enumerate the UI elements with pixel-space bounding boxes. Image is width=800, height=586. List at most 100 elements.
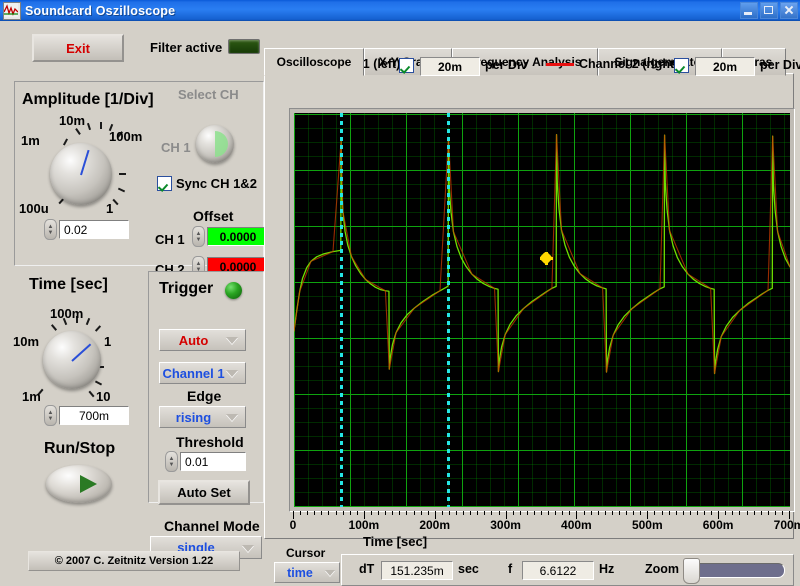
trigger-threshold-value[interactable]: 0.01 — [180, 452, 246, 471]
tab-oscilloscope[interactable]: Oscilloscope — [264, 48, 364, 76]
chevron-down-icon — [226, 370, 238, 377]
waveform-icon — [3, 2, 21, 20]
main-surface: Exit Filter active Amplitude [1/Div] 10m… — [0, 21, 800, 568]
cursor-line-1[interactable] — [340, 113, 343, 507]
amplitude-knob[interactable] — [50, 143, 112, 205]
x-axis-tick-label: 300m — [490, 518, 521, 532]
amplitude-spinner[interactable]: ▲▼ — [44, 219, 57, 240]
time-knob-label-1m: 1m — [22, 389, 41, 404]
frequency-value: 6.6122 — [522, 561, 594, 580]
offset-ch1-spinner[interactable]: ▲▼ — [192, 226, 205, 247]
x-axis-labels: 0100m200m300m400m500m600m700m — [289, 518, 793, 532]
x-axis-tick-label: 200m — [419, 518, 450, 532]
minimize-icon[interactable] — [740, 2, 758, 19]
trigger-threshold-label: Threshold — [176, 434, 244, 450]
sync-ch-checkbox[interactable] — [157, 176, 172, 191]
channel-1-per-div-value[interactable]: 20m — [420, 57, 480, 76]
cursor-readout-bar: dT 151.235m sec f 6.6122 Hz Zoom — [341, 554, 794, 586]
channel-2-enable-checkbox[interactable] — [674, 58, 689, 73]
trigger-mode-combo[interactable]: Auto — [159, 329, 246, 351]
threshold-spinner[interactable]: ▲▼ — [165, 451, 178, 472]
filter-active-led[interactable] — [228, 39, 260, 54]
time-tick — [88, 391, 94, 398]
x-axis-tick-label: 600m — [703, 518, 734, 532]
chevron-down-icon — [325, 570, 335, 576]
select-ch-knob-indicator — [215, 131, 228, 157]
zoom-slider[interactable] — [687, 563, 785, 578]
trigger-edge-value: rising — [176, 410, 211, 425]
auto-set-button[interactable]: Auto Set — [158, 480, 250, 505]
time-knob-label-100m: 100m — [50, 306, 83, 321]
trigger-mode-value: Auto — [179, 333, 209, 348]
cursor-line-2[interactable] — [447, 113, 450, 507]
dt-unit: sec — [458, 562, 479, 576]
x-axis-tick-label: 500m — [632, 518, 663, 532]
channel-1-per-div-label: per Div — [485, 58, 527, 72]
time-knob-label-10m: 10m — [13, 334, 39, 349]
x-axis-tick-label: 0 — [290, 518, 297, 532]
offset-title: Offset — [193, 208, 233, 224]
close-icon[interactable] — [780, 2, 798, 19]
amplitude-knob-label-100u: 100u — [19, 201, 49, 216]
offset-ch1-value[interactable]: 0.0000 — [207, 227, 269, 246]
select-ch-value: CH 1 — [161, 140, 191, 155]
time-tick — [95, 325, 101, 332]
time-spinner[interactable]: ▲▼ — [44, 405, 57, 426]
amplitude-title: Amplitude [1/Div] — [22, 91, 154, 109]
play-icon — [80, 475, 97, 493]
channel-2-color-swatch — [546, 63, 574, 66]
amp-tick — [100, 122, 102, 129]
run-stop-button[interactable] — [46, 465, 112, 503]
time-tick — [86, 318, 90, 325]
amplitude-value[interactable]: 0.02 — [59, 220, 129, 239]
run-stop-label: Run/Stop — [44, 440, 115, 458]
app-window: Soundcard Oszilloscope Exit Filter activ… — [0, 0, 800, 568]
amplitude-knob-needle — [80, 150, 90, 175]
select-ch-knob[interactable] — [196, 125, 234, 163]
x-axis-tick-label: 400m — [561, 518, 592, 532]
trigger-source-combo[interactable]: Channel 1 — [159, 362, 246, 384]
amplitude-knob-label-1m: 1m — [21, 133, 40, 148]
trigger-edge-label: Edge — [187, 388, 221, 404]
channel-2-label: Channel 2 (right) — [579, 57, 678, 71]
offset-ch1-label: CH 1 — [155, 232, 185, 247]
exit-button[interactable]: Exit — [32, 34, 124, 62]
frequency-unit: Hz — [599, 562, 614, 576]
time-title: Time [sec] — [29, 276, 108, 294]
channel-1-enable-checkbox[interactable] — [399, 58, 414, 73]
maximize-icon[interactable] — [760, 2, 778, 19]
data-marker[interactable] — [540, 252, 553, 265]
channel-2-per-div-value[interactable]: 20m — [695, 57, 755, 76]
time-knob[interactable] — [43, 331, 101, 389]
time-value-control[interactable]: ▲▼ 700m — [44, 405, 129, 426]
copyright-bar: © 2007 C. Zeitnitz Version 1.22 — [28, 551, 240, 571]
x-axis-tick-label: 700m — [774, 518, 800, 532]
sync-ch-label: Sync CH 1&2 — [176, 176, 257, 191]
frequency-label: f — [508, 562, 512, 576]
zoom-slider-thumb[interactable] — [683, 558, 700, 584]
amplitude-knob-label-10m: 10m — [59, 113, 85, 128]
oscilloscope-graph-frame — [289, 108, 795, 512]
chevron-down-icon — [226, 337, 238, 344]
cursor-mode-combo[interactable]: time — [274, 562, 340, 583]
filter-active-label: Filter active — [150, 40, 222, 55]
dt-value: 151.235m — [381, 561, 453, 580]
window-title: Soundcard Oszilloscope — [25, 4, 175, 18]
amplitude-knob-label-1: 1 — [106, 201, 113, 216]
time-value[interactable]: 700m — [59, 406, 129, 425]
offset-ch1-control[interactable]: ▲▼ 0.0000 — [192, 226, 269, 247]
time-tick — [51, 324, 57, 331]
trigger-threshold-control[interactable]: ▲▼ 0.01 — [165, 451, 246, 472]
waveform-plot — [294, 113, 790, 507]
cursor-label: Cursor — [286, 546, 325, 560]
amplitude-value-control[interactable]: ▲▼ 0.02 — [44, 219, 129, 240]
amp-tick — [119, 173, 126, 175]
zoom-label: Zoom — [645, 562, 679, 576]
trigger-led — [225, 282, 242, 299]
title-bar: Soundcard Oszilloscope — [0, 0, 800, 21]
window-controls — [740, 2, 798, 19]
dt-label: dT — [359, 562, 374, 576]
trigger-edge-combo[interactable]: rising — [159, 406, 246, 428]
x-axis-title: Time [sec] — [0, 534, 790, 549]
oscilloscope-graph[interactable] — [294, 113, 790, 507]
